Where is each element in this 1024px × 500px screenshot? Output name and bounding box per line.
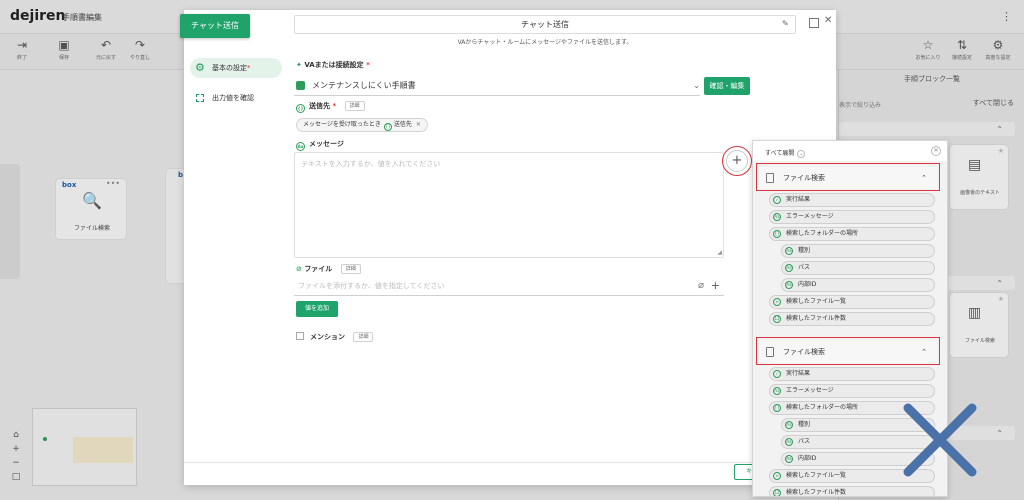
message-textarea[interactable]: テキストを入力するか、値を入れてください ◢ — [294, 152, 724, 258]
destination-chip[interactable]: メッセージを受け取ったとき{} 送信先 ✕ — [296, 118, 428, 132]
close-icon[interactable]: ✕ — [931, 146, 941, 156]
object-icon: {} — [773, 230, 781, 238]
list-icon: ≡ — [773, 472, 781, 480]
text-icon: Aa — [785, 281, 793, 289]
object-icon: {} — [773, 404, 781, 412]
number-icon: 12 — [773, 315, 781, 323]
chevron-down-icon: ⌄ — [797, 150, 806, 158]
variable-icon: {} — [383, 123, 392, 131]
va-select[interactable]: メンテナンスしにくい手順書 ⌄ — [294, 76, 700, 96]
highlight-box — [756, 337, 940, 365]
variable-icon: {} — [296, 104, 305, 113]
var-item[interactable]: Aa エラーメッセージ — [769, 210, 935, 224]
nav-check-output[interactable]: 出力値を確認 — [190, 88, 282, 108]
result-icon: ✓ — [773, 370, 781, 378]
insert-value-button[interactable]: + — [726, 150, 748, 172]
text-icon: Aa — [773, 213, 781, 221]
message-label: Aa メッセージ — [296, 140, 344, 151]
dialog-description: VAからチャット・ルームにメッセージやファイルを送信します。 — [457, 39, 633, 46]
expand-icon[interactable] — [809, 18, 819, 28]
file-input[interactable]: ファイルを添付するか、値を指定してください ⌀ + — [294, 276, 724, 296]
block-title-field[interactable]: チャット送信 — [294, 15, 796, 34]
cross-mark-icon — [903, 403, 977, 477]
var-item[interactable]: Aa エラーメッセージ — [769, 384, 935, 398]
detail-button[interactable]: 詳細 — [340, 264, 361, 274]
remove-chip-icon[interactable]: ✕ — [416, 121, 421, 128]
text-icon: Aa — [785, 455, 793, 463]
mention-row: メンション 詳細 — [296, 332, 374, 342]
expand-all-button[interactable]: すべて展開 ⌄ — [765, 148, 806, 158]
destination-label: {} 送信先 * 詳細 — [296, 101, 365, 113]
number-icon: 12 — [773, 489, 781, 496]
var-item[interactable]: ✓ 実行結果 — [769, 193, 935, 207]
detail-button[interactable]: 詳細 — [353, 332, 374, 342]
text-icon: Aa — [785, 264, 793, 272]
va-icon — [296, 81, 305, 90]
var-item[interactable]: Aa 内部ID — [781, 278, 935, 292]
file-label: ⊘ ファイル 詳細 — [296, 264, 361, 274]
text-icon: Aa — [785, 421, 793, 429]
chevron-down-icon: ⌄ — [693, 81, 700, 90]
pencil-icon[interactable]: ✎ — [782, 19, 789, 28]
var-item[interactable]: ≡ 検索したファイル一覧 — [769, 295, 935, 309]
add-value-button[interactable]: 値を追加 — [296, 301, 338, 317]
nav-basic-settings[interactable]: ⚙ 基本の設定* — [190, 58, 282, 78]
mention-checkbox[interactable] — [296, 332, 304, 340]
var-item[interactable]: ✓ 実行結果 — [769, 367, 935, 381]
list-icon: ≡ — [773, 298, 781, 306]
destination-field[interactable]: メッセージを受け取ったとき{} 送信先 ✕ — [294, 118, 750, 134]
var-item[interactable]: Aa パス — [781, 261, 935, 275]
block-type-badge: チャット送信 — [180, 14, 250, 38]
text-icon: Aa — [773, 387, 781, 395]
highlight-box — [756, 163, 940, 191]
close-icon[interactable]: ✕ — [824, 15, 832, 26]
gear-icon: ⚙ — [195, 61, 205, 74]
text-icon: Aa — [785, 438, 793, 446]
var-item[interactable]: 12 検索したファイル件数 — [769, 486, 935, 496]
var-item[interactable]: 12 検索したファイル件数 — [769, 312, 935, 326]
confirm-edit-button[interactable]: 確認・編集 — [704, 77, 750, 95]
paperclip-icon[interactable]: ⌀ — [698, 276, 704, 296]
var-item[interactable]: Aa 種別 — [781, 244, 935, 258]
text-icon: Aa — [296, 142, 305, 151]
footer-divider — [184, 462, 836, 463]
text-icon: Aa — [785, 247, 793, 255]
detail-button[interactable]: 詳細 — [344, 101, 365, 111]
var-item[interactable]: {} 検索したフォルダーの場所 — [769, 227, 935, 241]
result-icon: ✓ — [773, 196, 781, 204]
va-field-label: ✦ VAまたは接続設定 * — [296, 61, 370, 69]
resize-handle-icon[interactable]: ◢ — [717, 249, 722, 256]
output-icon — [196, 94, 204, 102]
plus-icon[interactable]: + — [711, 276, 720, 296]
chat-send-dialog: チャット送信 チャット送信 ✎ ✕ VAからチャット・ルームにメッセージやファイ… — [180, 10, 836, 485]
